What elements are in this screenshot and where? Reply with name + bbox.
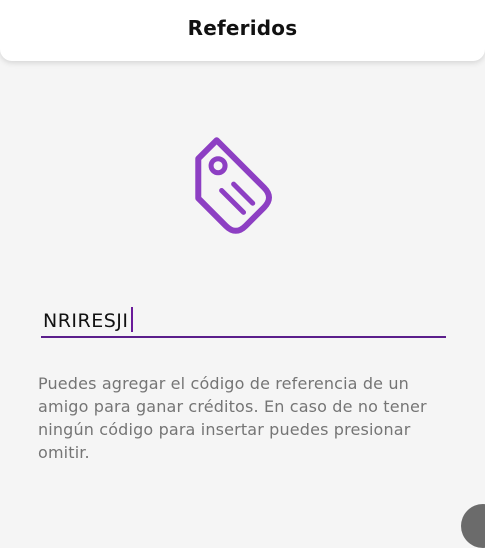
referral-code-input[interactable]: NRIRESJI [41,300,446,338]
tag-icon [170,112,310,252]
page-title: Referidos [187,16,298,40]
floating-action-button[interactable] [461,504,485,548]
app-header: Referidos [0,0,485,61]
text-cursor [130,307,133,332]
help-text: Puedes agregar el código de referencia d… [38,374,427,462]
referral-code-value: NRIRESJI [43,307,133,332]
